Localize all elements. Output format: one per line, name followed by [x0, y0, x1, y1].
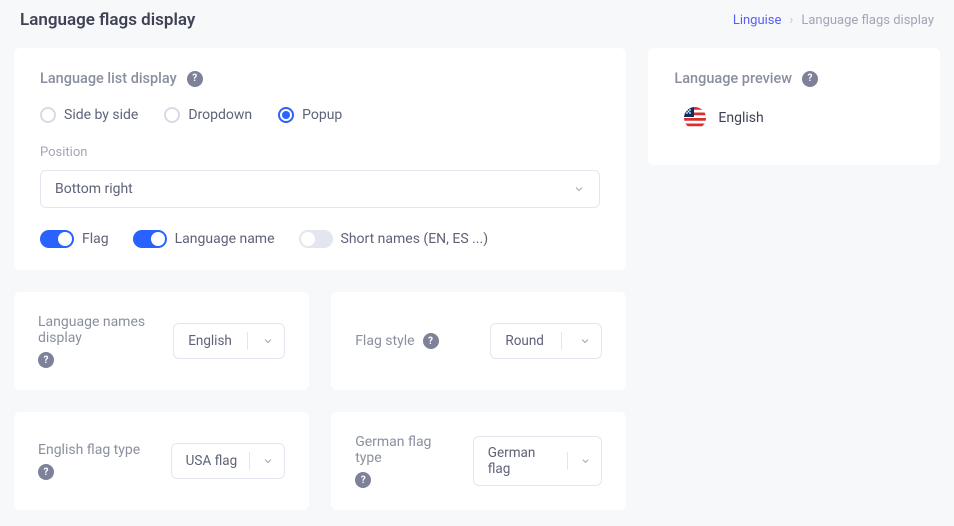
- language-list-display-card: Language list display ? Side by side Dro…: [14, 48, 626, 270]
- radio-icon: [40, 107, 56, 123]
- chevron-down-icon: [262, 455, 274, 467]
- toggle-short-names[interactable]: [299, 230, 333, 248]
- toggle-flag-item: Flag: [40, 230, 109, 248]
- preview-language-label: English: [718, 110, 763, 126]
- breadcrumb-separator: ›: [789, 13, 793, 28]
- german-flag-type-card: German flag type ? German flag: [331, 412, 626, 510]
- help-icon[interactable]: ?: [423, 333, 439, 349]
- toggle-language-name-item: Language name: [133, 230, 275, 248]
- toggle-short-names-item: Short names (EN, ES ...): [299, 230, 489, 248]
- radio-icon: [164, 107, 180, 123]
- english-flag-type-label: English flag type: [38, 442, 140, 458]
- language-names-display-value: English: [188, 333, 232, 349]
- toggle-language-name[interactable]: [133, 230, 167, 248]
- language-preview-title: Language preview: [674, 70, 792, 87]
- chevron-down-icon: [262, 335, 274, 347]
- flag-style-card: Flag style ? Round: [331, 292, 626, 390]
- german-flag-type-value: German flag: [488, 445, 556, 477]
- radio-side-by-side[interactable]: Side by side: [40, 107, 138, 123]
- flag-style-label-wrap: Flag style ?: [355, 333, 438, 349]
- position-value: Bottom right: [55, 181, 133, 197]
- page-title: Language flags display: [20, 10, 195, 30]
- radio-label: Dropdown: [188, 107, 252, 123]
- german-flag-type-label: German flag type: [355, 434, 455, 466]
- help-icon[interactable]: ?: [355, 472, 371, 488]
- toggle-row: Flag Language name Short names (EN, ES .…: [40, 230, 600, 248]
- english-flag-type-label-wrap: English flag type ?: [38, 442, 140, 480]
- page-header: Language flags display Linguise › Langua…: [14, 10, 940, 30]
- breadcrumb: Linguise › Language flags display: [733, 13, 934, 28]
- usa-flag-icon: [684, 107, 706, 129]
- chevron-down-icon: [580, 455, 591, 467]
- language-names-display-label: Language names display: [38, 314, 155, 346]
- radio-label: Popup: [302, 107, 342, 123]
- display-mode-radio-group: Side by side Dropdown Popup: [40, 107, 600, 123]
- flag-style-select[interactable]: Round: [490, 323, 602, 359]
- radio-dropdown[interactable]: Dropdown: [164, 107, 252, 123]
- help-icon[interactable]: ?: [38, 352, 54, 368]
- breadcrumb-current: Language flags display: [801, 13, 934, 28]
- toggle-language-name-label: Language name: [175, 231, 275, 247]
- help-icon[interactable]: ?: [187, 71, 203, 87]
- toggle-short-names-label: Short names (EN, ES ...): [341, 231, 489, 247]
- language-preview-title-row: Language preview ?: [674, 70, 914, 87]
- chevron-down-icon: [573, 183, 585, 195]
- breadcrumb-root-link[interactable]: Linguise: [733, 13, 782, 28]
- flag-style-label: Flag style: [355, 333, 414, 349]
- english-flag-type-select[interactable]: USA flag: [171, 443, 286, 479]
- help-icon[interactable]: ?: [38, 464, 54, 480]
- language-names-display-select[interactable]: English: [173, 323, 285, 359]
- toggle-flag[interactable]: [40, 230, 74, 248]
- english-flag-type-value: USA flag: [186, 453, 238, 469]
- chevron-down-icon: [579, 335, 591, 347]
- position-select[interactable]: Bottom right: [40, 170, 600, 208]
- radio-icon: [278, 107, 294, 123]
- language-preview-card: Language preview ?: [648, 48, 940, 165]
- language-list-display-title-row: Language list display ?: [40, 70, 600, 87]
- position-label: Position: [40, 145, 600, 160]
- select-divider: [247, 332, 248, 350]
- english-flag-type-card: English flag type ? USA flag: [14, 412, 309, 510]
- language-names-display-card: Language names display ? English: [14, 292, 309, 390]
- select-divider: [249, 452, 250, 470]
- language-list-display-title: Language list display: [40, 70, 177, 87]
- select-divider: [561, 332, 562, 350]
- german-flag-type-label-wrap: German flag type ?: [355, 434, 455, 488]
- radio-popup[interactable]: Popup: [278, 107, 342, 123]
- toggle-flag-label: Flag: [82, 231, 109, 247]
- help-icon[interactable]: ?: [802, 71, 818, 87]
- flag-style-value: Round: [505, 333, 544, 349]
- language-names-display-label-wrap: Language names display ?: [38, 314, 155, 368]
- select-divider: [567, 452, 568, 470]
- preview-language-item[interactable]: English: [680, 101, 914, 135]
- radio-label: Side by side: [64, 107, 138, 123]
- german-flag-type-select[interactable]: German flag: [473, 436, 603, 486]
